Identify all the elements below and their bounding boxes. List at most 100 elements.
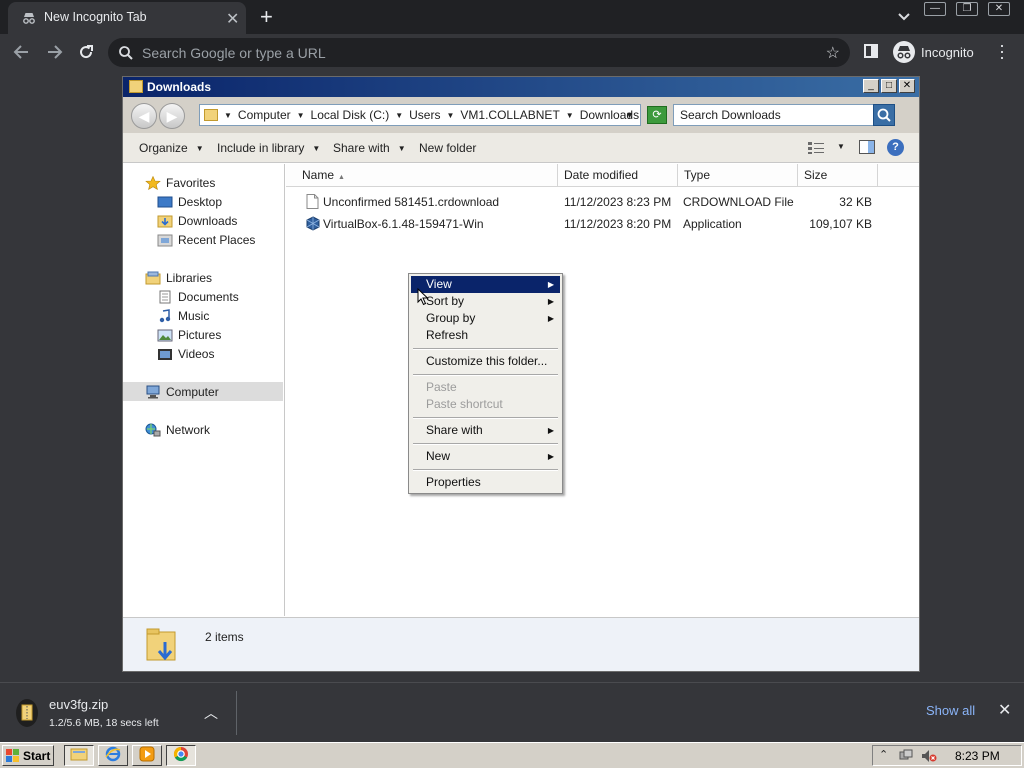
chevron-down-icon[interactable]: ▼ xyxy=(446,111,454,120)
nav-item-computer[interactable]: Computer xyxy=(123,382,283,401)
address-dropdown-icon[interactable]: ▼ xyxy=(625,110,634,120)
chevron-down-icon[interactable]: ▼ xyxy=(395,111,403,120)
breadcrumb-label: VM1.COLLABNET xyxy=(460,108,560,122)
close-window-icon[interactable]: ✕ xyxy=(988,2,1010,16)
chevron-down-icon[interactable]: ▼ xyxy=(837,142,845,151)
table-row[interactable]: VirtualBox-6.1.48-159471-Win 11/12/2023 … xyxy=(286,214,919,234)
videos-icon xyxy=(157,347,173,361)
tab-title: New Incognito Tab xyxy=(44,10,147,24)
help-icon[interactable]: ? xyxy=(887,139,904,156)
new-folder-button[interactable]: New folder xyxy=(419,141,476,155)
nav-item-label: Music xyxy=(178,308,210,323)
recent-places-icon xyxy=(157,233,173,247)
change-view-icon[interactable] xyxy=(807,141,825,155)
nav-item-desktop[interactable]: Desktop xyxy=(123,192,283,211)
menu-item-refresh[interactable]: Refresh xyxy=(411,327,560,344)
chevron-down-icon[interactable]: ▼ xyxy=(566,111,574,120)
search-field[interactable] xyxy=(673,104,895,126)
refresh-button[interactable]: ⟳ xyxy=(647,106,667,124)
back-arrow-icon[interactable] xyxy=(12,42,32,62)
column-header-type[interactable]: Type xyxy=(678,164,798,187)
context-menu: View ▶ Sort by ▶ Group by ▶ Refresh Customi… xyxy=(408,273,563,494)
new-tab-icon[interactable]: + xyxy=(260,4,273,30)
search-icon[interactable] xyxy=(873,104,895,126)
browser-tab[interactable]: New Incognito Tab ✕ xyxy=(8,2,246,34)
minimize-icon[interactable]: — xyxy=(924,2,946,16)
explorer-window-controls: _ □ ✕ xyxy=(863,79,915,93)
nav-item-label: Pictures xyxy=(178,327,222,342)
download-shelf: euv3fg.zip 1.2/5.6 MB, 18 secs left ︿ Sh… xyxy=(0,682,1024,742)
chevron-down-icon[interactable]: ▼ xyxy=(224,111,232,120)
chevron-down-icon[interactable]: ▼ xyxy=(297,111,305,120)
breadcrumb[interactable]: ▼ Computer ▼ Local Disk (C:) ▼ Users ▼ VM1.… xyxy=(199,104,641,126)
nav-item-videos[interactable]: Videos xyxy=(123,344,283,363)
search-input[interactable] xyxy=(680,108,860,122)
forward-arrow-icon[interactable] xyxy=(44,42,64,62)
back-button[interactable]: ◀ xyxy=(131,103,157,129)
incognito-profile-chip[interactable]: Incognito xyxy=(890,38,982,66)
explorer-titlebar[interactable]: Downloads _ □ ✕ xyxy=(123,77,919,97)
menu-item-group-by[interactable]: Group by ▶ xyxy=(411,310,560,327)
breadcrumb-computer[interactable]: Computer ▼ xyxy=(238,108,305,122)
table-row[interactable]: Unconfirmed 581451.crdownload 11/12/2023… xyxy=(286,192,919,212)
nav-item-favorites[interactable]: Favorites xyxy=(123,173,283,192)
taskbar-chrome-button[interactable] xyxy=(166,745,196,766)
restore-icon[interactable]: ❐ xyxy=(956,2,978,16)
taskbar-media-player-button[interactable] xyxy=(132,745,162,766)
close-shelf-icon[interactable]: ✕ xyxy=(998,700,1011,720)
more-menu-icon[interactable]: · · · xyxy=(996,36,1008,66)
menu-item-properties[interactable]: Properties xyxy=(411,474,560,491)
maximize-icon[interactable]: □ xyxy=(881,79,897,93)
browser-tab-strip: New Incognito Tab ✕ + — ❐ ✕ xyxy=(0,0,1024,34)
chrome-icon xyxy=(173,746,189,765)
chevron-up-icon[interactable]: ⌃ xyxy=(879,748,888,761)
window-title: Downloads xyxy=(147,80,212,94)
breadcrumb-user-folder[interactable]: VM1.COLLABNET ▼ xyxy=(460,108,573,122)
menu-item-sort-by[interactable]: Sort by ▶ xyxy=(411,293,560,310)
tab-search-icon[interactable] xyxy=(896,8,912,24)
reload-icon[interactable] xyxy=(76,42,96,62)
show-all-link[interactable]: Show all xyxy=(926,703,975,718)
volume-muted-icon[interactable] xyxy=(921,749,937,766)
download-item[interactable]: euv3fg.zip 1.2/5.6 MB, 18 secs left ︿ xyxy=(14,695,234,731)
nav-item-music[interactable]: Music xyxy=(123,306,283,325)
column-header-size[interactable]: Size xyxy=(798,164,878,187)
back-forward-group: ◀ ▶ xyxy=(131,103,187,129)
nav-item-documents[interactable]: Documents xyxy=(123,287,283,306)
share-with-button[interactable]: Share with ▼ xyxy=(333,141,406,155)
nav-item-recent-places[interactable]: Recent Places xyxy=(123,230,283,249)
close-icon[interactable]: ✕ xyxy=(899,79,915,93)
side-panel-icon[interactable] xyxy=(864,44,878,58)
nav-item-pictures[interactable]: Pictures xyxy=(123,325,283,344)
include-in-library-button[interactable]: Include in library ▼ xyxy=(217,141,320,155)
menu-item-share-with[interactable]: Share with ▶ xyxy=(411,422,560,439)
start-button[interactable]: Start xyxy=(2,745,54,766)
breadcrumb-users[interactable]: Users ▼ xyxy=(409,108,454,122)
menu-item-customize-folder[interactable]: Customize this folder... xyxy=(411,353,560,370)
close-tab-icon[interactable]: ✕ xyxy=(226,9,239,29)
omnibox[interactable]: Search Google or type a URL ☆ xyxy=(108,38,850,67)
incognito-icon xyxy=(22,11,36,25)
downloads-folder-icon xyxy=(157,214,173,228)
organize-button[interactable]: Organize ▼ xyxy=(139,141,204,155)
minimize-icon[interactable]: _ xyxy=(863,79,879,93)
bookmark-star-icon[interactable]: ☆ xyxy=(826,43,840,63)
forward-button[interactable]: ▶ xyxy=(159,103,185,129)
breadcrumb-local-disk[interactable]: Local Disk (C:) ▼ xyxy=(311,108,404,122)
column-header-name[interactable]: Name ▲ xyxy=(286,164,558,187)
preview-pane-icon[interactable] xyxy=(859,140,875,154)
taskbar-ie-button[interactable] xyxy=(98,745,128,766)
nav-item-libraries[interactable]: Libraries xyxy=(123,268,283,287)
media-player-icon xyxy=(139,746,155,765)
menu-item-new[interactable]: New ▶ xyxy=(411,448,560,465)
nav-item-downloads[interactable]: Downloads xyxy=(123,211,283,230)
network-tray-icon[interactable] xyxy=(899,749,913,766)
mouse-cursor-icon xyxy=(417,287,429,306)
chevron-up-icon[interactable]: ︿ xyxy=(204,703,218,723)
pictures-icon xyxy=(157,328,173,342)
column-header-date-modified[interactable]: Date modified xyxy=(558,164,678,187)
nav-item-network[interactable]: Network xyxy=(123,420,283,439)
taskbar-explorer-button[interactable] xyxy=(64,745,94,766)
file-list-pane[interactable]: Name ▲ Date modified Type Size Unconfirme… xyxy=(286,164,919,616)
menu-item-view[interactable]: View ▶ xyxy=(411,276,560,293)
